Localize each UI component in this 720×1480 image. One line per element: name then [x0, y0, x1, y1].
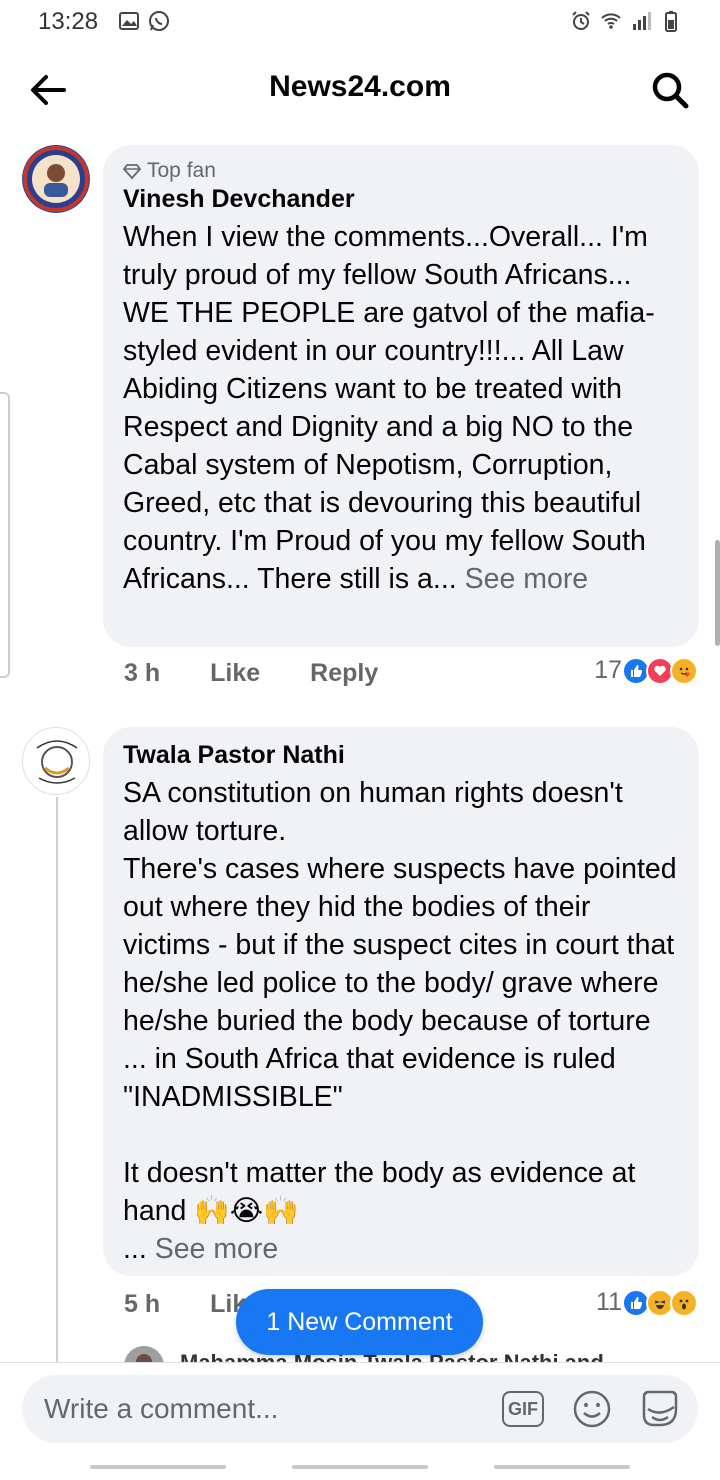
comment-composer: Write a comment... GIF — [0, 1362, 720, 1455]
reaction-count: 11 — [596, 1288, 622, 1316]
gif-button[interactable]: GIF — [502, 1391, 544, 1427]
signal-icon — [633, 12, 651, 30]
new-comment-button[interactable]: 1 New Comment — [236, 1289, 483, 1355]
emoji-icon[interactable] — [572, 1389, 612, 1429]
comment-actions: 3 h Like Reply — [124, 659, 428, 688]
reaction-summary[interactable]: 11 — [596, 1288, 698, 1317]
avatar[interactable] — [22, 145, 90, 213]
nav-home[interactable] — [292, 1465, 428, 1469]
see-more-link[interactable]: See more — [465, 563, 589, 595]
scrollbar[interactable] — [715, 540, 720, 646]
care-reaction-icon — [670, 656, 698, 685]
comment-body: When I view the comments...Overall... I'… — [123, 221, 656, 595]
like-button[interactable]: Like — [210, 659, 260, 688]
comment-author[interactable]: Twala Pastor Nathi — [123, 741, 679, 770]
search-icon[interactable] — [648, 68, 692, 112]
reaction-summary[interactable]: 17 — [594, 656, 698, 685]
edge-panel-handle[interactable] — [0, 392, 10, 678]
app-header: News24.com — [0, 50, 720, 130]
comment-input[interactable]: Write a comment... GIF — [22, 1375, 698, 1443]
diamond-icon — [123, 164, 141, 180]
badge-label: Top fan — [147, 159, 216, 182]
comment-bubble[interactable]: Top fan Vinesh Devchander When I view th… — [103, 145, 699, 647]
wow-reaction-icon — [670, 1288, 698, 1317]
system-nav-bar — [0, 1454, 720, 1480]
sticker-icon[interactable] — [638, 1387, 682, 1431]
comment-bubble[interactable]: Twala Pastor Nathi SA constitution on hu… — [103, 727, 699, 1276]
status-time: 13:28 — [38, 8, 99, 35]
alarm-icon — [572, 11, 590, 30]
reaction-count: 17 — [594, 656, 622, 684]
reply-avatar[interactable] — [124, 1346, 164, 1362]
avatar[interactable] — [22, 727, 90, 795]
comment-text: When I view the comments...Overall... I'… — [123, 218, 679, 598]
comment-timestamp: 5 h — [124, 1290, 161, 1318]
gallery-notification-icon — [119, 12, 139, 30]
comment-input-placeholder: Write a comment... — [44, 1393, 279, 1424]
nav-back[interactable] — [494, 1465, 630, 1469]
nav-recents[interactable] — [90, 1465, 226, 1469]
reply-thread-line — [56, 797, 58, 1362]
battery-icon — [665, 11, 677, 32]
status-bar: 13:28 — [0, 0, 720, 44]
comment-timestamp: 3 h — [124, 659, 161, 687]
page-title: News24.com — [269, 70, 451, 103]
wifi-icon — [601, 13, 621, 29]
see-more-link[interactable]: See more — [155, 1233, 279, 1265]
whatsapp-notification-icon — [149, 11, 169, 31]
comment-text: SA constitution on human rights doesn't … — [123, 774, 679, 1268]
comment-body: SA constitution on human rights doesn't … — [123, 777, 677, 1265]
reply-button[interactable]: Reply — [310, 659, 378, 688]
comment-author[interactable]: Vinesh Devchander — [123, 185, 679, 214]
top-fan-badge: Top fan — [123, 159, 679, 183]
